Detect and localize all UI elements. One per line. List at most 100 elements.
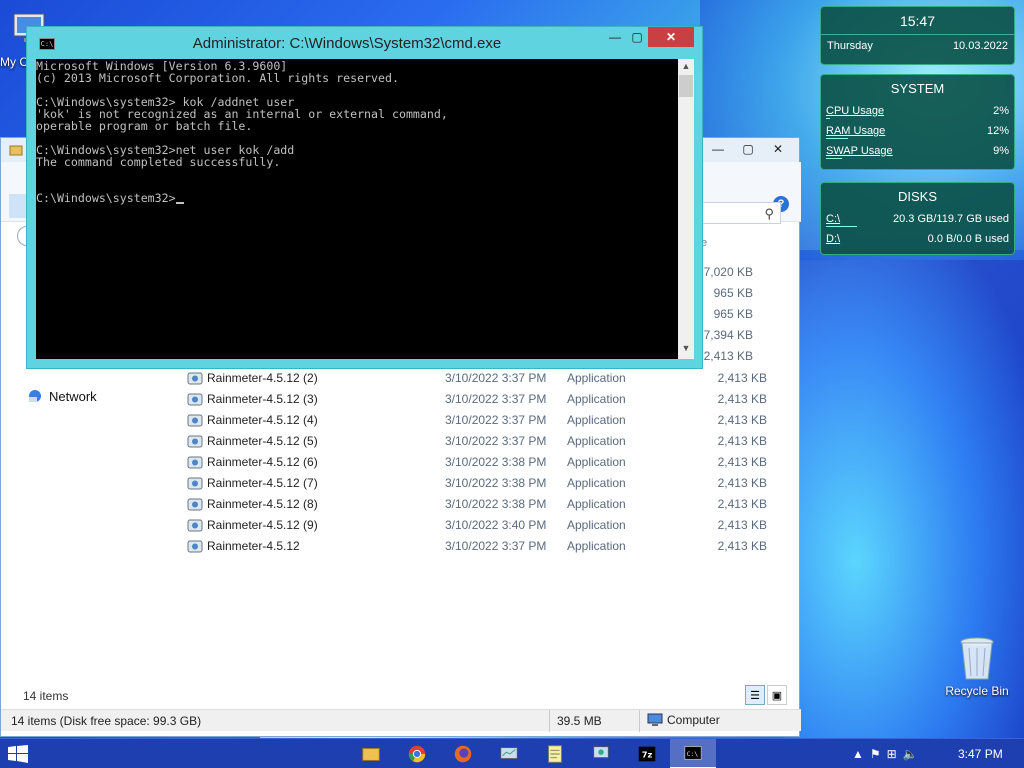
cpu-value: 2% [993, 105, 1009, 117]
cpu-bar [826, 118, 830, 119]
installer-icon [187, 519, 203, 531]
svg-text:7z: 7z [642, 750, 653, 760]
file-date: 3/10/2022 3:37 PM [445, 370, 547, 385]
taskbar-app-firefox[interactable] [440, 739, 486, 768]
file-row[interactable]: Rainmeter-4.5.12 (8) 3/10/2022 3:38 PM App… [187, 493, 767, 514]
scroll-up-icon[interactable]: ▲ [678, 61, 694, 75]
file-row[interactable]: Rainmeter-4.5.12 (2) 3/10/2022 3:37 PM App… [187, 367, 767, 388]
taskbar-app-cmd[interactable]: C:\ [670, 739, 716, 768]
minimize-button[interactable]: — [703, 140, 733, 158]
taskbar-app-network[interactable] [578, 739, 624, 768]
cmd-titlebar[interactable]: C:\ Administrator: C:\Windows\System32\c… [27, 27, 702, 59]
action-center-icon[interactable]: ⚑ [870, 747, 881, 761]
file-date: 3/10/2022 3:37 PM [445, 538, 547, 553]
taskbar-app-monitor[interactable] [486, 739, 532, 768]
widget-time: 15:47 [821, 7, 1014, 35]
file-row[interactable]: Rainmeter-4.5.12 (9) 3/10/2022 3:40 PM App… [187, 514, 767, 535]
file-type: Application [567, 433, 626, 448]
disk-d-label: D:\ [826, 233, 841, 245]
file-type: Application [567, 475, 626, 490]
file-name: Rainmeter-4.5.12 [207, 538, 300, 553]
start-button[interactable] [8, 745, 28, 763]
system-widget: SYSTEM CPU Usage 2% RAM Usage 12% SWAP Usa… [820, 74, 1015, 170]
widget-day: Thursday [827, 40, 873, 52]
taskbar-clock[interactable]: 3:47 PM [958, 747, 1003, 761]
status-size: 39.5 MB [557, 714, 602, 728]
sidebar-item-network[interactable]: Network [27, 388, 97, 404]
installer-icon [187, 414, 203, 426]
disks-widget: DISKS C:\ 20.3 GB/119.7 GB used D:\ 0.0 B/… [820, 182, 1015, 255]
chevron-up-icon[interactable]: ▲ [852, 747, 864, 761]
search-input[interactable]: ⚲ [701, 202, 781, 224]
file-size: 2,413 KB [717, 496, 767, 511]
file-name: Rainmeter-4.5.12 (9) [207, 517, 318, 532]
text-cursor [175, 202, 184, 204]
file-row[interactable]: Rainmeter-4.5.12 3/10/2022 3:37 PM Applica… [187, 535, 767, 556]
file-size: 2,413 KB [717, 454, 767, 469]
file-date: 3/10/2022 3:37 PM [445, 433, 547, 448]
widget-title: DISKS [897, 189, 937, 204]
7zip-icon: 7z [638, 746, 656, 762]
desktop-icon-recycle-bin[interactable]: Recycle Bin [942, 636, 1012, 698]
installer-icon [187, 456, 203, 468]
large-icons-view-button[interactable]: ▣ [767, 685, 787, 705]
taskbar-app-chrome[interactable] [394, 739, 440, 768]
details-view-button[interactable]: ☰ [745, 685, 765, 705]
network-icon[interactable]: ⊞ [887, 747, 897, 761]
file-size: 2,413 KB [717, 391, 767, 406]
installer-icon [187, 393, 203, 405]
scroll-thumb[interactable] [679, 75, 693, 97]
installer-icon [187, 477, 203, 489]
status-location: Computer [647, 713, 720, 727]
file-type: Application [567, 391, 626, 406]
desktop-icon-label: Recycle Bin [945, 684, 1009, 698]
console-line: C:\Windows\system32> [36, 192, 678, 204]
ram-bar [826, 138, 848, 139]
file-row[interactable]: Rainmeter-4.5.12 (7) 3/10/2022 3:38 PM App… [187, 472, 767, 493]
taskbar-app-7zip[interactable]: 7z [624, 739, 670, 768]
maximize-button[interactable]: ▢ [733, 140, 763, 158]
installer-icon [187, 498, 203, 510]
widget-date: 10.03.2022 [952, 40, 1008, 52]
file-date: 3/10/2022 3:38 PM [445, 475, 547, 490]
file-name: Rainmeter-4.5.12 (3) [207, 391, 318, 406]
file-row[interactable]: Rainmeter-4.5.12 (6) 3/10/2022 3:38 PM App… [187, 451, 767, 472]
swap-bar [826, 158, 843, 159]
status-summary: 14 items (Disk free space: 99.3 GB) [11, 714, 202, 728]
scroll-down-icon[interactable]: ▼ [678, 343, 694, 357]
taskbar-app-notepad[interactable] [532, 739, 578, 768]
file-size: 2,413 KB [717, 412, 767, 427]
disk-c-bar [826, 226, 858, 227]
volume-icon[interactable]: 🔈 [903, 747, 918, 761]
file-row[interactable]: Rainmeter-4.5.12 (3) 3/10/2022 3:37 PM App… [187, 388, 767, 409]
svg-text:C:\: C:\ [687, 750, 699, 758]
cmd-icon: C:\ [684, 746, 702, 760]
file-date: 3/10/2022 3:38 PM [445, 454, 547, 469]
clock-widget: 15:47 Thursday 10.03.2022 [820, 6, 1015, 65]
file-type: Application [567, 538, 626, 553]
minimize-button[interactable]: — [604, 27, 626, 47]
taskbar-apps: 7z C:\ [348, 739, 716, 768]
network-icon [593, 746, 609, 759]
desktop-icon-label: My C [0, 55, 28, 69]
swap-value: 9% [993, 145, 1009, 157]
maximize-button[interactable]: ▢ [626, 27, 648, 47]
installer-icon [187, 372, 203, 384]
file-row[interactable]: Rainmeter-4.5.12 (4) 3/10/2022 3:37 PM App… [187, 409, 767, 430]
recycle-bin-icon [960, 637, 994, 680]
cpu-label: CPU Usage [826, 105, 885, 117]
notepad-icon [548, 745, 562, 763]
file-row[interactable]: Rainmeter-4.5.12 (5) 3/10/2022 3:37 PM App… [187, 430, 767, 451]
close-button[interactable]: ✕ [763, 140, 793, 158]
taskbar-app-file-explorer[interactable] [348, 739, 394, 768]
scrollbar[interactable]: ▲ ▼ [678, 59, 694, 359]
close-button[interactable]: ✕ [648, 27, 694, 47]
file-name: Rainmeter-4.5.12 (8) [207, 496, 318, 511]
console-output[interactable]: Microsoft Windows [Version 6.3.9600] (c) … [36, 59, 678, 359]
file-type: Application [567, 412, 626, 427]
installer-icon [187, 540, 203, 552]
status-location-label: Computer [667, 713, 720, 727]
cmd-window[interactable]: C:\ Administrator: C:\Windows\System32\c… [26, 26, 703, 369]
file-type: Application [567, 454, 626, 469]
file-size: 2,413 KB [717, 475, 767, 490]
